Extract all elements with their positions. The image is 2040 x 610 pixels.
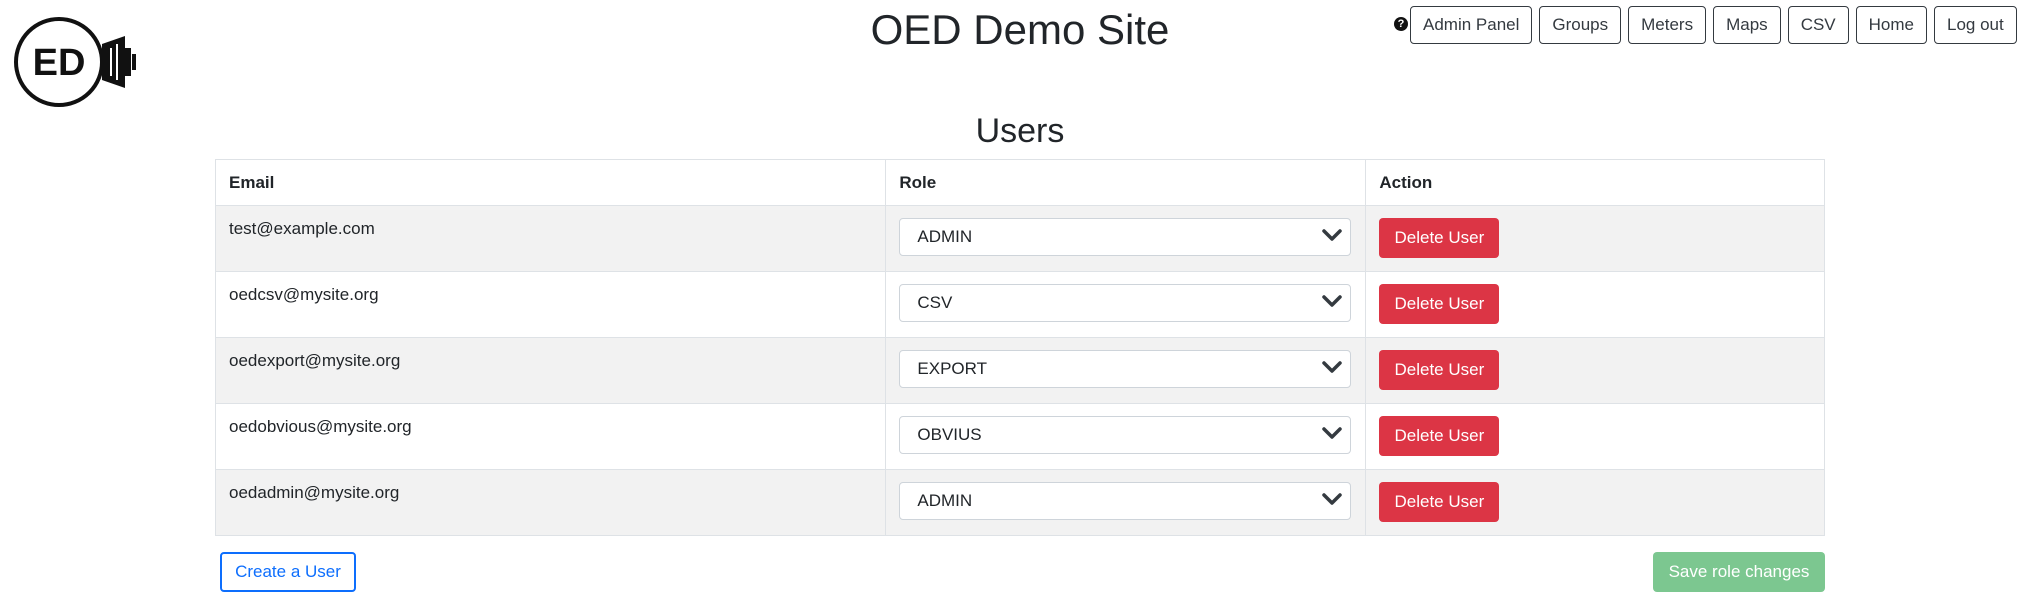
user-email: test@example.com: [214, 205, 887, 272]
chevron-down-icon: [1322, 295, 1343, 307]
nav-admin-panel-button[interactable]: Admin Panel: [1410, 6, 1533, 44]
table-row: oedexport@mysite.org EXPORT Delete User: [214, 337, 1825, 404]
question-circle-icon[interactable]: ?: [1394, 17, 1408, 31]
nav-home-button[interactable]: Home: [1855, 6, 1928, 44]
role-select[interactable]: ADMIN: [899, 218, 1352, 256]
delete-user-button[interactable]: Delete User: [1379, 482, 1500, 522]
column-header-role: Role: [885, 159, 1367, 206]
role-select-value: ADMIN: [917, 491, 973, 510]
table-row: oedadmin@mysite.org ADMIN Delete User: [214, 469, 1825, 536]
nav-groups-button[interactable]: Groups: [1539, 6, 1622, 44]
delete-user-button[interactable]: Delete User: [1379, 218, 1500, 258]
chevron-down-icon: [1322, 427, 1343, 439]
create-user-button[interactable]: Create a User: [220, 552, 356, 592]
user-email: oedcsv@mysite.org: [214, 271, 887, 338]
chevron-down-icon: [1322, 361, 1343, 373]
role-select[interactable]: CSV: [899, 284, 1352, 322]
role-select[interactable]: ADMIN: [899, 482, 1352, 520]
delete-user-button[interactable]: Delete User: [1379, 416, 1500, 456]
delete-user-button[interactable]: Delete User: [1379, 284, 1500, 324]
role-select-value: CSV: [917, 293, 953, 312]
user-email: oedadmin@mysite.org: [214, 469, 887, 536]
chevron-down-icon: [1322, 493, 1343, 505]
delete-user-button[interactable]: Delete User: [1379, 350, 1500, 390]
nav-logout-button[interactable]: Log out: [1934, 6, 2017, 44]
save-role-changes-button[interactable]: Save role changes: [1653, 552, 1825, 592]
role-select-value: OBVIUS: [917, 425, 982, 444]
column-header-email: Email: [214, 159, 887, 206]
table-row: test@example.com ADMIN Delete User: [214, 205, 1825, 272]
table-header-row: Email Role Action: [214, 159, 1825, 206]
table-row: oedobvious@mysite.org OBVIUS Delete User: [214, 403, 1825, 470]
top-nav: Admin Panel Groups Meters Maps CSV Home …: [1410, 6, 2017, 44]
table-row: oedcsv@mysite.org CSV Delete User: [214, 271, 1825, 338]
users-table: Email Role Action test@example.com ADMIN…: [214, 159, 1825, 536]
page-title: Users: [975, 112, 1065, 150]
role-select-value: EXPORT: [917, 359, 987, 378]
role-select[interactable]: EXPORT: [899, 350, 1352, 388]
role-select-value: ADMIN: [917, 227, 973, 246]
chevron-down-icon: [1322, 229, 1343, 241]
nav-maps-button[interactable]: Maps: [1713, 6, 1781, 44]
user-email: oedobvious@mysite.org: [214, 403, 887, 470]
column-header-action: Action: [1365, 159, 1825, 206]
user-email: oedexport@mysite.org: [214, 337, 887, 404]
role-select[interactable]: OBVIUS: [899, 416, 1352, 454]
nav-csv-button[interactable]: CSV: [1787, 6, 1849, 44]
nav-meters-button[interactable]: Meters: [1628, 6, 1707, 44]
